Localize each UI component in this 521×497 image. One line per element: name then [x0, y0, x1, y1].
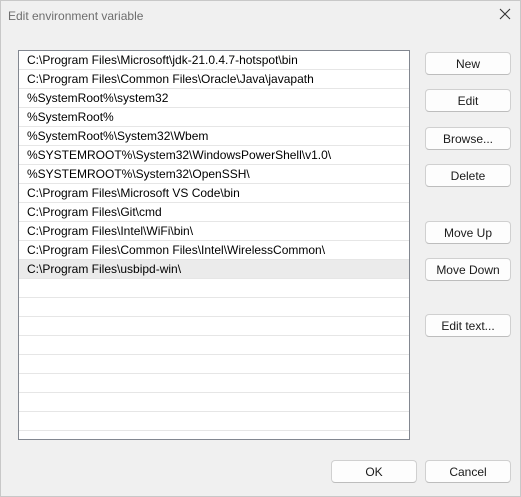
list-item[interactable]: C:\Program Files\Git\cmd: [19, 203, 409, 222]
list-item[interactable]: %SYSTEMROOT%\System32\OpenSSH\: [19, 165, 409, 184]
empty-list-row[interactable]: [19, 336, 409, 355]
move-down-button[interactable]: Move Down: [425, 258, 511, 281]
empty-list-row[interactable]: [19, 393, 409, 412]
move-up-button[interactable]: Move Up: [425, 221, 511, 244]
list-item[interactable]: C:\Program Files\Common Files\Oracle\Jav…: [19, 70, 409, 89]
list-item[interactable]: %SystemRoot%\system32: [19, 89, 409, 108]
list-item[interactable]: C:\Program Files\Microsoft\jdk-21.0.4.7-…: [19, 51, 409, 70]
close-button[interactable]: [494, 4, 516, 26]
empty-list-row[interactable]: [19, 374, 409, 393]
list-item[interactable]: %SYSTEMROOT%\System32\WindowsPowerShell\…: [19, 146, 409, 165]
delete-button[interactable]: Delete: [425, 164, 511, 187]
list-item[interactable]: %SystemRoot%\System32\Wbem: [19, 127, 409, 146]
empty-list-row[interactable]: [19, 279, 409, 298]
cancel-button[interactable]: Cancel: [425, 460, 511, 483]
path-list[interactable]: C:\Program Files\Microsoft\jdk-21.0.4.7-…: [18, 50, 410, 440]
ok-button[interactable]: OK: [331, 460, 417, 483]
empty-list-row[interactable]: [19, 412, 409, 431]
list-item[interactable]: %SystemRoot%: [19, 108, 409, 127]
list-item[interactable]: C:\Program Files\usbipd-win\: [19, 260, 409, 279]
empty-list-row[interactable]: [19, 431, 409, 439]
edit-text-button[interactable]: Edit text...: [425, 314, 511, 337]
list-item[interactable]: C:\Program Files\Microsoft VS Code\bin: [19, 184, 409, 203]
close-icon: [499, 8, 511, 23]
edit-env-variable-dialog: Edit environment variable C:\Program Fil…: [0, 0, 521, 497]
browse-button[interactable]: Browse...: [425, 127, 511, 150]
edit-button[interactable]: Edit: [425, 89, 511, 112]
title-bar: Edit environment variable: [1, 1, 520, 31]
empty-list-row[interactable]: [19, 317, 409, 336]
window-title: Edit environment variable: [8, 9, 144, 23]
empty-list-row[interactable]: [19, 355, 409, 374]
list-item[interactable]: C:\Program Files\Common Files\Intel\Wire…: [19, 241, 409, 260]
new-button[interactable]: New: [425, 52, 511, 75]
list-item[interactable]: C:\Program Files\Intel\WiFi\bin\: [19, 222, 409, 241]
empty-list-row[interactable]: [19, 298, 409, 317]
